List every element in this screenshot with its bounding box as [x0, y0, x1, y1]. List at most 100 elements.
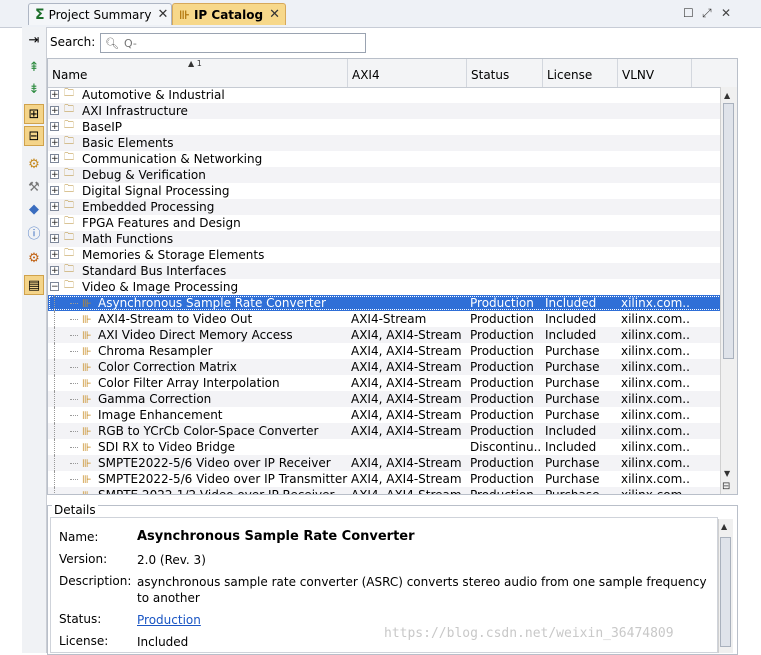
ip-row[interactable]: ⊪ SDI RX to Video Bridge Discontinu... Incl…: [48, 439, 722, 455]
close-icon[interactable]: ✕: [157, 7, 168, 22]
column-header-vlnv[interactable]: VLNV: [618, 59, 692, 87]
tree-view-icon[interactable]: ⊞: [24, 104, 44, 124]
ip-name: SMPTE2022-5/6 Video over IP Transmitter: [98, 472, 348, 486]
maximize-icon[interactable]: ⤢: [702, 6, 712, 21]
collapse-all-icon[interactable]: ⇞: [24, 57, 44, 77]
ip-row[interactable]: ⊪ AXI Video Direct Memory Access AXI4, AXI…: [48, 327, 722, 343]
tree-line: [54, 471, 55, 487]
info-icon[interactable]: ⓘ: [24, 222, 44, 242]
details-license-label: License:: [59, 634, 109, 648]
tab-ip-catalog[interactable]: ⊪ IP Catalog ✕: [172, 3, 286, 25]
category-row[interactable]: + 🗀 BaseIP: [48, 119, 722, 135]
folder-icon: 🗀: [64, 280, 74, 291]
close-icon[interactable]: ✕: [721, 6, 731, 20]
ip-row[interactable]: ⊪ AXI4-Stream to Video Out AXI4-Stream Prod…: [48, 311, 722, 327]
ip-name: SDI RX to Video Bridge: [98, 440, 235, 454]
expand-icon[interactable]: +: [50, 90, 59, 100]
tree-line: [54, 487, 55, 494]
ip-vlnv: xilinx.com....: [621, 440, 691, 454]
category-row[interactable]: + 🗀 Embedded Processing: [48, 199, 722, 215]
ip-row[interactable]: ⊪ RGB to YCrCb Color-Space Converter AXI4,…: [48, 423, 722, 439]
close-icon[interactable]: ✕: [269, 7, 280, 22]
ip-status: Production: [470, 408, 534, 422]
ip-status: Production: [470, 424, 534, 438]
column-header-license[interactable]: License: [543, 59, 618, 87]
ip-row[interactable]: ⊪ Color Correction Matrix AXI4, AXI4-Strea…: [48, 359, 722, 375]
ip-name: Chroma Resampler: [98, 344, 213, 358]
scroll-up-icon[interactable]: ▲: [724, 91, 730, 100]
category-row[interactable]: + 🗀 Basic Elements: [48, 135, 722, 151]
details-scrollbar[interactable]: ▲: [718, 519, 733, 653]
ip-row[interactable]: ⊪ SMPTE2022-5/6 Video over IP Receiver AXI…: [48, 455, 722, 471]
search-field[interactable]: 🔍︎: [100, 33, 366, 53]
ip-vlnv: xilinx.com....: [621, 488, 691, 495]
import-icon[interactable]: ⇥: [24, 30, 44, 50]
tree-line: [70, 415, 78, 416]
category-row[interactable]: + 🗀 Communication & Networking: [48, 151, 722, 167]
expand-icon[interactable]: +: [50, 186, 59, 196]
ip-status: Production: [470, 360, 534, 374]
column-header-axi4[interactable]: AXI4: [348, 59, 467, 87]
scrollbar-thumb[interactable]: [723, 103, 734, 359]
tree-line: [70, 479, 78, 480]
ip-axi4: AXI4-Stream: [351, 312, 427, 326]
expand-icon[interactable]: +: [50, 266, 59, 276]
category-row[interactable]: + 🗀 Digital Signal Processing: [48, 183, 722, 199]
category-row[interactable]: + 🗀 Math Functions: [48, 231, 722, 247]
repository-icon[interactable]: ⚒: [24, 177, 44, 197]
table-scrollbar[interactable]: ▲ ▼ ⊟: [720, 87, 737, 494]
ip-license: Purchase: [545, 392, 600, 406]
ip-row[interactable]: ⊪ Asynchronous Sample Rate Converter Produ…: [48, 295, 722, 311]
ip-row[interactable]: ⊪ Image Enhancement AXI4, AXI4-Stream Produ…: [48, 407, 722, 423]
ip-row[interactable]: ⊪ SMPTE2022-5/6 Video over IP Transmitter…: [48, 471, 722, 487]
ip-license: Included: [545, 312, 597, 326]
settings-icon[interactable]: ⚙: [24, 248, 44, 268]
restore-icon[interactable]: ☐: [683, 6, 694, 20]
ip-row[interactable]: ⊪ Gamma Correction AXI4, AXI4-Stream Produc…: [48, 391, 722, 407]
scroll-down-icon[interactable]: ▼: [724, 469, 730, 478]
expand-icon[interactable]: +: [50, 154, 59, 164]
expand-icon[interactable]: +: [50, 218, 59, 228]
expand-icon[interactable]: +: [50, 202, 59, 212]
expand-all-icon[interactable]: ⇟: [24, 79, 44, 99]
ip-row[interactable]: ⊪ SMPTE 2022-1/2 Video over IP Receiver AX…: [48, 487, 722, 495]
expand-icon[interactable]: +: [50, 170, 59, 180]
details-panel-icon[interactable]: ▤: [24, 275, 44, 295]
search-input[interactable]: [121, 35, 346, 51]
expand-icon[interactable]: +: [50, 234, 59, 244]
tree-line: [70, 351, 78, 352]
ip-row[interactable]: ⊪ Color Filter Array Interpolation AXI4, A…: [48, 375, 722, 391]
folder-icon: 🗀: [64, 216, 74, 227]
expand-icon[interactable]: +: [50, 138, 59, 148]
scrollbar-thumb[interactable]: [720, 537, 731, 647]
category-row[interactable]: − 🗀 Video & Image Processing: [48, 279, 722, 295]
tab-project-summary[interactable]: Σ Project Summary ✕: [28, 3, 172, 25]
expand-icon[interactable]: +: [50, 106, 59, 116]
details-title: Details: [52, 503, 98, 517]
column-header-status[interactable]: Status: [467, 59, 543, 87]
customize-ip-icon[interactable]: ⚙: [24, 154, 44, 174]
tree-line: [70, 383, 78, 384]
category-row[interactable]: + 🗀 Debug & Verification: [48, 167, 722, 183]
expand-icon[interactable]: +: [50, 250, 59, 260]
collapse-icon[interactable]: −: [50, 282, 59, 292]
tab-label: IP Catalog: [193, 7, 264, 22]
tree-line: [54, 311, 55, 327]
details-status-link[interactable]: Production: [137, 612, 201, 628]
expand-icon[interactable]: +: [50, 122, 59, 132]
scroll-up-icon[interactable]: ▲: [721, 522, 727, 531]
category-row[interactable]: + 🗀 Automotive & Industrial: [48, 87, 722, 103]
ip-chip-icon: ⊪: [82, 377, 92, 390]
group-view-icon[interactable]: ⊟: [24, 126, 44, 146]
tree-line: [54, 327, 55, 343]
ip-license: Included: [545, 296, 597, 310]
scroll-end-icon[interactable]: ⊟: [722, 481, 730, 492]
category-row[interactable]: + 🗀 Memories & Storage Elements: [48, 247, 722, 263]
tag-icon[interactable]: ◆: [24, 199, 44, 219]
tree-line: [54, 295, 55, 311]
category-row[interactable]: + 🗀 AXI Infrastructure: [48, 103, 722, 119]
table-header: Name ▲ 1 AXI4 Status License VLNV: [48, 59, 737, 88]
category-row[interactable]: + 🗀 FPGA Features and Design: [48, 215, 722, 231]
ip-row[interactable]: ⊪ Chroma Resampler AXI4, AXI4-Stream Produc…: [48, 343, 722, 359]
category-row[interactable]: + 🗀 Standard Bus Interfaces: [48, 263, 722, 279]
